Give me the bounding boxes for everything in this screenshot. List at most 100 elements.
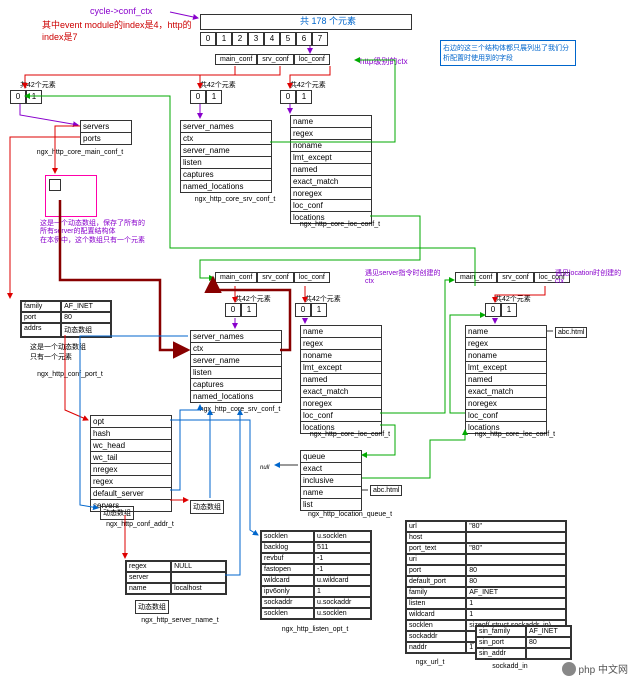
- k: fastopen: [261, 564, 314, 575]
- k: naddr: [406, 642, 466, 653]
- url-name: ngx_url_t: [405, 658, 455, 666]
- subcells-2: 01: [190, 90, 222, 104]
- k: family: [406, 587, 466, 598]
- v: "80": [466, 521, 566, 532]
- struct-row: queue: [301, 451, 361, 463]
- struct-row: named_locations: [181, 181, 271, 192]
- addrs-value: 动态数组: [61, 323, 111, 337]
- conf-sections: main_confsrv_confloc_conf: [215, 54, 330, 65]
- c: 0: [225, 303, 241, 317]
- struct-row: servers: [81, 121, 131, 133]
- url-sock: sockadd_in: [480, 662, 540, 670]
- sname-dyn: 动态数组: [135, 600, 169, 614]
- core-main-struct: serversports: [80, 120, 132, 145]
- v: 80: [466, 576, 566, 587]
- sname-struct: regexNULL server namelocalhost: [125, 560, 227, 595]
- struct-row: default_server: [91, 488, 171, 500]
- c: 0: [280, 90, 296, 104]
- loc-ctx-note: 遇见location时创建的ctx: [555, 268, 625, 285]
- r: localhost: [171, 583, 226, 594]
- struct-row: list: [301, 499, 361, 510]
- struct-row: wc_head: [91, 440, 171, 452]
- struct-row: named: [301, 374, 381, 386]
- conf-cell: loc_conf: [294, 54, 330, 65]
- subcells-m1: 01: [225, 303, 257, 317]
- array-cell: 7: [312, 32, 328, 46]
- k: default_port: [406, 576, 466, 587]
- family-value: AF_INET: [61, 301, 111, 312]
- v: u.socklen: [314, 531, 371, 542]
- conf-cell: main_conf: [215, 272, 257, 283]
- subcells-1: 01: [10, 90, 42, 104]
- array-cell: 4: [264, 32, 280, 46]
- c: 1: [311, 303, 327, 317]
- struct-row: server_names: [181, 121, 271, 133]
- conf-cell: loc_conf: [294, 272, 330, 283]
- port-label: port: [21, 312, 61, 323]
- sub42-2: 共42个元素: [200, 80, 236, 90]
- loc2-name: ngx_http_core_loc_conf_t: [295, 430, 405, 438]
- k: port_text: [406, 543, 466, 554]
- struct-row: captures: [181, 169, 271, 181]
- conf-cell: main_conf: [215, 54, 257, 65]
- listen-name: ngx_http_listen_opt_t: [265, 625, 365, 633]
- c: 0: [295, 303, 311, 317]
- listen-struct: socklenu.socklenbacklog511revbuf-1fastop…: [260, 530, 372, 620]
- c: 0: [10, 90, 26, 104]
- k: host: [406, 532, 466, 543]
- struct-row: regex: [466, 338, 546, 350]
- struct-row: server_name: [191, 355, 281, 367]
- struct-row: named: [291, 164, 371, 176]
- k: revbuf: [261, 553, 314, 564]
- array-cell: 1: [216, 32, 232, 46]
- srv2-name: ngx_http_core_srv_conf_t: [185, 405, 295, 413]
- struct-row: opt: [91, 416, 171, 428]
- c: 0: [190, 90, 206, 104]
- port-value: 80: [61, 312, 111, 323]
- v: [466, 554, 566, 565]
- r: name: [126, 583, 171, 594]
- struct-row: ctx: [181, 133, 271, 145]
- struct-row: name: [466, 326, 546, 338]
- v: 511: [314, 542, 371, 553]
- ptr: [49, 179, 61, 191]
- r: [171, 572, 226, 583]
- addr-struct: opthashwc_headwc_tailnregexregexdefault_…: [90, 415, 172, 512]
- struct-row: ctx: [191, 343, 281, 355]
- http-level-ctx: http级别的ctx: [360, 56, 408, 67]
- index-note: 其中event module的index是4，http的index是7: [42, 20, 192, 43]
- struct-row: regex: [91, 476, 171, 488]
- array-cell: 5: [280, 32, 296, 46]
- port-note: 这是一个动态数组 只有一个元素: [30, 342, 100, 362]
- v: 1: [314, 586, 371, 597]
- k: socklen: [261, 531, 314, 542]
- sub42-3: 共42个元素: [290, 80, 326, 90]
- array-cells: 01234567: [200, 32, 328, 46]
- c: 1: [26, 90, 42, 104]
- struct-row: listen: [191, 367, 281, 379]
- struct-row: wc_tail: [91, 452, 171, 464]
- struct-row: server_names: [191, 331, 281, 343]
- addr-name: ngx_http_conf_addr_t: [85, 520, 195, 528]
- struct-row: listen: [181, 157, 271, 169]
- struct-row: noregex: [466, 398, 546, 410]
- array-cell: 0: [200, 32, 216, 46]
- struct-row: regex: [291, 128, 371, 140]
- array-cell: 2: [232, 32, 248, 46]
- watermark: php 中文网: [562, 661, 628, 676]
- v: 80: [526, 637, 571, 648]
- loc1-struct: nameregexnonamelmt_exceptnamedexact_matc…: [290, 115, 372, 224]
- struct-row: exact_match: [291, 176, 371, 188]
- struct-row: hash: [91, 428, 171, 440]
- addr-dyn2: 动态数组: [190, 500, 224, 514]
- struct-row: exact_match: [466, 386, 546, 398]
- dyn-note: 这是一个动态数组，保存了所有的所有server的配置结构体 在本例中，这个数组只…: [40, 220, 150, 245]
- addr-dyn1: 动态数组: [100, 506, 134, 520]
- port-struct: familyAF_INET port80 addrs动态数组: [20, 300, 112, 338]
- v: 80: [466, 565, 566, 576]
- v: 1: [466, 609, 566, 620]
- k: sin_addr: [476, 648, 526, 659]
- struct-row: noname: [466, 350, 546, 362]
- k: socklen: [406, 620, 466, 631]
- watermark-text: php 中文网: [579, 661, 628, 676]
